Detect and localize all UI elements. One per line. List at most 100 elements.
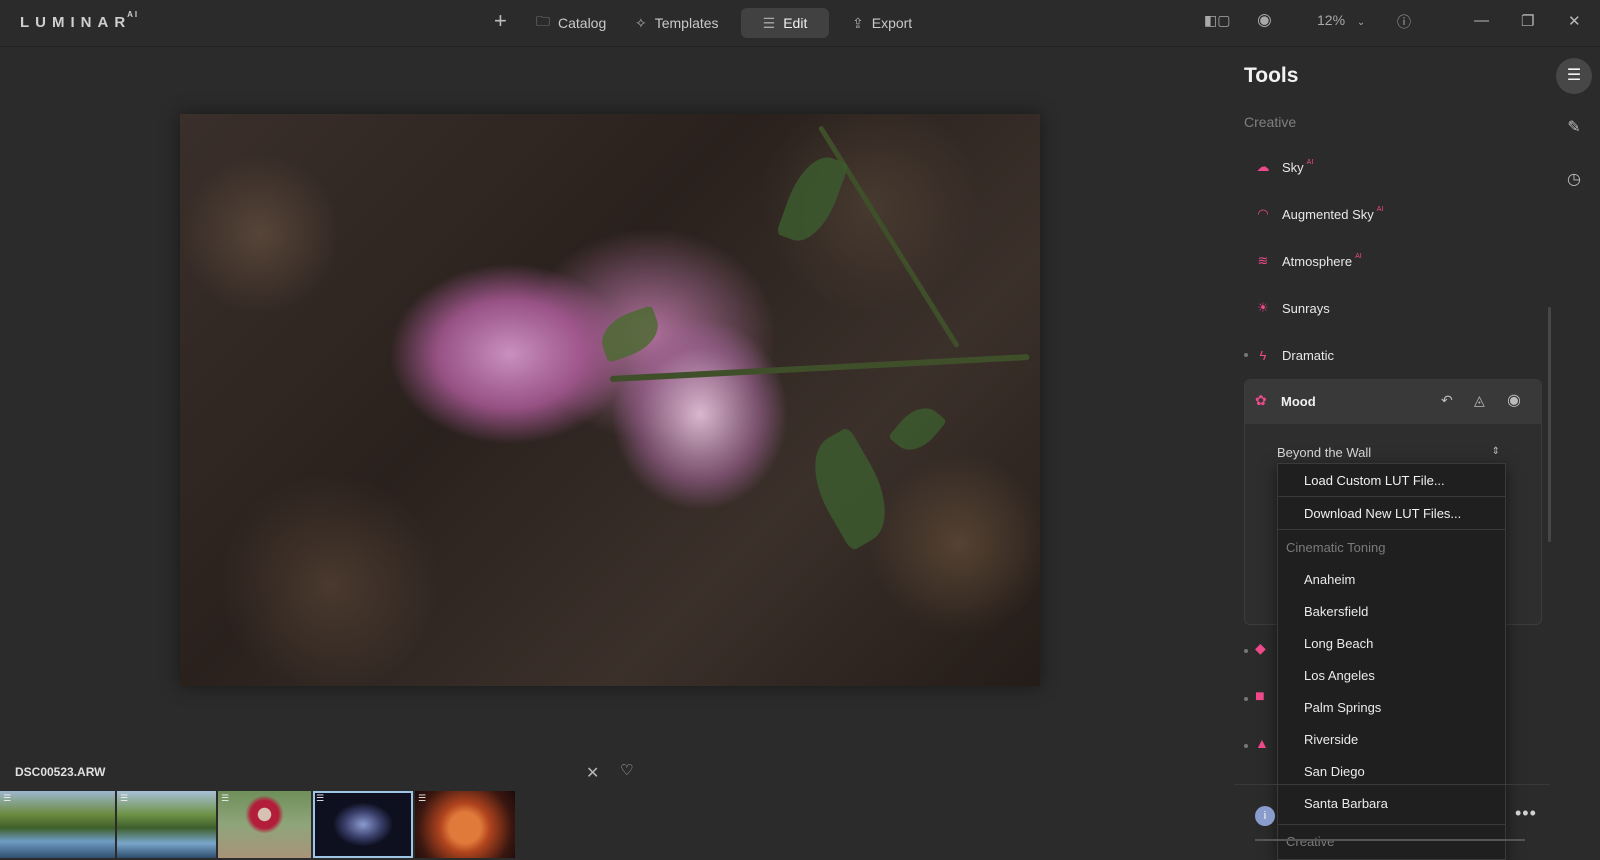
image-canvas[interactable] xyxy=(0,47,1230,767)
tool-atmosphere[interactable]: ≋ Atmosphere AI xyxy=(1255,249,1362,273)
catalog-tab[interactable]: 🗀 Catalog xyxy=(536,8,606,38)
menu-divider xyxy=(1278,824,1505,825)
restore-icon: ❐ xyxy=(1521,13,1535,30)
help-icon: ⓘ xyxy=(1397,14,1411,30)
heart-icon: ♡ xyxy=(620,762,634,779)
favorite-button[interactable]: ♡ xyxy=(620,761,633,779)
minimize-button[interactable]: — xyxy=(1474,12,1489,29)
sepal xyxy=(594,304,666,364)
filmstrip-thumbnail[interactable]: ☰ xyxy=(117,791,216,858)
brush-icon: ✎ xyxy=(1567,119,1581,136)
tool-augmented-sky[interactable]: ◠ Augmented Sky AI xyxy=(1255,202,1383,226)
lut-option[interactable]: Long Beach xyxy=(1304,636,1373,651)
filmstrip-thumbnail[interactable]: ☰ xyxy=(218,791,311,858)
reset-button[interactable]: ↶ xyxy=(1441,392,1453,409)
paint-bucket-icon[interactable]: ◆ xyxy=(1255,640,1266,657)
zoom-select[interactable]: 12% ⌄ xyxy=(1317,12,1365,28)
leaf xyxy=(775,149,850,249)
lut-option[interactable]: Palm Springs xyxy=(1304,700,1381,715)
group-label-cinematic: Cinematic Toning xyxy=(1286,540,1386,555)
brush-button[interactable]: ✎ xyxy=(1556,110,1592,146)
close-icon: ✕ xyxy=(1568,13,1581,30)
flower-stem-upper xyxy=(817,125,960,349)
augmented-sky-icon: ◠ xyxy=(1257,206,1269,221)
sun-icon: ☀ xyxy=(1257,300,1269,315)
sparkle-icon: ✧ xyxy=(635,14,647,31)
eye-icon: ◉ xyxy=(1507,392,1521,409)
mood-header[interactable]: ✿ Mood ↶ ◬ ◉ xyxy=(1245,380,1541,424)
tool-sunrays[interactable]: ☀ Sunrays xyxy=(1255,296,1330,320)
download-lut-item[interactable]: Download New LUT Files... xyxy=(1278,497,1505,530)
cloud-icon: ☁ xyxy=(1256,159,1270,174)
close-icon: ✕ xyxy=(586,765,600,782)
leaf xyxy=(796,426,904,552)
panel-slider-track[interactable] xyxy=(1255,839,1525,841)
applied-indicator xyxy=(1244,744,1248,748)
updown-arrow-icon: ⇕ xyxy=(1491,446,1500,457)
edited-badge-icon: ☰ xyxy=(120,793,129,803)
applied-indicator xyxy=(1244,697,1248,701)
mask-button[interactable]: ◬ xyxy=(1474,392,1485,409)
lut-option[interactable]: Riverside xyxy=(1304,732,1358,747)
edited-badge-icon: ☰ xyxy=(221,793,230,803)
history-button[interactable]: ◷ xyxy=(1556,162,1592,198)
more-options-button[interactable]: ••• xyxy=(1515,803,1537,824)
add-button[interactable]: + xyxy=(494,6,507,36)
undo-icon: ↶ xyxy=(1441,392,1453,408)
lut-option[interactable]: San Diego xyxy=(1304,764,1365,779)
leaf xyxy=(888,398,947,460)
avatar[interactable]: i xyxy=(1255,806,1275,826)
compare-icon: ◧▢ xyxy=(1204,12,1231,28)
compare-button[interactable]: ◧▢ xyxy=(1204,12,1230,29)
mask-icon: ◬ xyxy=(1474,392,1485,408)
edit-tab[interactable]: ☰ Edit xyxy=(741,8,829,38)
atmosphere-icon: ≋ xyxy=(1257,253,1269,268)
load-custom-lut-item[interactable]: Load Custom LUT File... xyxy=(1278,464,1505,497)
more-icon: ••• xyxy=(1515,803,1537,823)
lut-option[interactable]: Anaheim xyxy=(1304,572,1355,587)
lut-dropdown-menu: Load Custom LUT File... Download New LUT… xyxy=(1277,463,1506,860)
top-bar: LUMINARAI + 🗀 Catalog ✧ Templates ☰ Edit ⇪ E… xyxy=(0,0,1600,47)
filmstrip-thumbnail[interactable]: ☰ xyxy=(0,791,115,858)
export-icon: ⇪ xyxy=(852,14,864,31)
cone-icon[interactable]: ▲ xyxy=(1255,735,1269,751)
help-button[interactable]: ⓘ xyxy=(1397,12,1411,32)
panel-divider xyxy=(1234,784,1550,785)
visibility-toggle[interactable]: ◉ xyxy=(1507,390,1521,410)
lut-option[interactable]: Los Angeles xyxy=(1304,668,1375,683)
chevron-down-icon: ⌄ xyxy=(1356,17,1366,28)
tool-dramatic[interactable]: ϟ Dramatic xyxy=(1255,343,1334,367)
tool-sky[interactable]: ☁ Sky AI xyxy=(1255,155,1314,179)
lut-option[interactable]: Bakersfield xyxy=(1304,604,1368,619)
current-filename: DSC00523.ARW xyxy=(15,765,106,779)
lut-option[interactable]: Santa Barbara xyxy=(1304,796,1388,811)
lightning-icon: ϟ xyxy=(1259,347,1267,363)
close-window-button[interactable]: ✕ xyxy=(1568,12,1581,30)
reject-button[interactable]: ✕ xyxy=(586,763,599,783)
tools-button[interactable]: ☰ xyxy=(1556,58,1592,94)
filmstrip-thumbnail[interactable]: ☰ xyxy=(415,791,515,858)
templates-tab[interactable]: ✧ Templates xyxy=(635,8,719,38)
edited-badge-icon: ☰ xyxy=(418,793,427,803)
sliders-icon: ☰ xyxy=(1566,67,1582,84)
square-icon[interactable]: ■ xyxy=(1255,688,1265,706)
applied-indicator xyxy=(1244,353,1248,357)
export-tab[interactable]: ⇪ Export xyxy=(852,8,912,38)
panel-scrollbar[interactable] xyxy=(1548,307,1551,542)
plus-icon: + xyxy=(494,8,507,33)
folder-icon: 🗀 xyxy=(536,13,550,29)
preview-button[interactable]: ◉ xyxy=(1257,10,1272,30)
info-icon: i xyxy=(1263,810,1267,822)
edited-badge-icon: ☰ xyxy=(316,793,325,803)
panel-title: Tools xyxy=(1244,64,1299,87)
applied-indicator xyxy=(1244,649,1248,653)
app-logo: LUMINARAI xyxy=(20,10,140,31)
filmstrip-thumbnail-selected[interactable]: ☰ xyxy=(313,791,413,858)
group-label-creative: Creative xyxy=(1286,834,1335,849)
sliders-icon: ☰ xyxy=(762,14,776,31)
clock-icon: ◷ xyxy=(1567,171,1581,188)
section-label: Creative xyxy=(1244,114,1297,130)
restore-button[interactable]: ❐ xyxy=(1521,12,1534,30)
edited-photo[interactable] xyxy=(180,114,1040,686)
eye-icon: ◉ xyxy=(1257,10,1272,29)
